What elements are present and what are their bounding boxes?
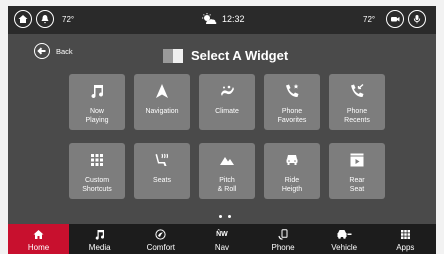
widget-pitch-roll[interactable]: Pitch & Roll [199,143,255,199]
widget-climate[interactable]: Climate [199,74,255,130]
notifications-button[interactable] [36,10,54,28]
widget-custom-shortcuts[interactable]: Custom Shortcuts [69,143,125,199]
widget-label: Navigation [145,108,179,115]
nav-label: Nav [214,243,230,252]
back-button[interactable]: Back [34,43,73,59]
nav-home[interactable]: Home [8,224,70,254]
comfort-icon [155,229,166,240]
camera-icon [391,17,400,22]
voice-button[interactable] [408,10,426,28]
music-note-icon [91,85,104,99]
nav-label: Apps [396,243,415,252]
widget-navigation[interactable]: Navigation [134,74,190,130]
phone-recent-icon [351,84,364,97]
vehicle-front-icon [286,155,298,165]
widget-ride-height[interactable]: Ride Heigth [264,143,320,199]
bottom-navigation: Home Media Comfort N̂W Nav Phone Vehicle… [8,224,436,254]
grid-icon [91,154,103,166]
weather-partly-sunny-icon [202,13,217,24]
widget-label: Phone Recents [344,108,370,124]
camera-button[interactable] [386,10,404,28]
widget-now-playing[interactable]: Now Playing [69,74,125,130]
widget-label: Seats [153,177,171,184]
compass-nw-icon: N̂W [216,231,228,238]
widget-label: Ride Heigth [281,177,303,193]
nav-nav[interactable]: N̂W Nav [191,224,252,254]
page-title-text: Select A Widget [191,48,289,63]
widget-label: Phone Favorites [277,108,307,124]
music-note-icon [95,230,105,240]
clock: 12:32 [200,13,245,25]
widget-label: Climate [215,108,239,115]
mountain-icon [220,157,234,165]
page-title: Select A Widget [163,48,288,63]
status-bar: 72° 12:32 72° [8,6,436,34]
widget-phone-recents[interactable]: Phone Recents [329,74,385,130]
back-label: Back [56,46,73,56]
nav-phone[interactable]: Phone [253,224,314,254]
widget-label: Pitch & Roll [217,177,237,193]
home-button[interactable] [14,10,32,28]
nav-label: Vehicle [331,243,358,252]
back-arrow-icon [34,43,50,59]
home-icon [18,15,28,23]
nav-label: Media [88,243,111,252]
widget-phone-favorites[interactable]: Phone Favorites [264,74,320,130]
passenger-temperature[interactable]: 72° [363,15,375,24]
nav-apps[interactable]: Apps [375,224,436,254]
page-dot[interactable] [219,215,222,218]
navigation-arrow-icon [156,84,168,98]
vehicle-icon [337,230,352,239]
page-dot[interactable] [228,215,231,218]
seat-heat-icon [155,153,169,166]
driver-temperature[interactable]: 72° [62,15,74,24]
nav-label: Phone [271,243,295,252]
phone-star-icon [286,84,299,97]
climate-fan-icon [221,85,234,96]
nav-label: Comfort [146,243,176,252]
widget-rear-seat[interactable]: Rear Seat [329,143,385,199]
widget-label: Rear Seat [349,177,365,193]
time: 12:32 [222,14,245,24]
widget-toggle-icon [163,48,183,63]
nav-label: Home [27,243,50,252]
widget-label: Custom Shortcuts [82,177,112,193]
apps-grid-icon [400,230,410,239]
rear-screen-icon [350,153,364,167]
phone-icon [277,229,288,240]
nav-vehicle[interactable]: Vehicle [314,224,375,254]
nav-comfort[interactable]: Comfort [130,224,191,254]
microphone-icon [413,15,421,24]
home-icon [33,230,44,239]
bell-icon [41,15,49,24]
infotainment-screen: 72° 12:32 72° Back Select A Widget Now P [8,6,436,254]
widget-seats[interactable]: Seats [134,143,190,199]
nav-media[interactable]: Media [69,224,130,254]
widget-label: Now Playing [85,108,109,124]
page-indicator[interactable] [219,215,231,218]
